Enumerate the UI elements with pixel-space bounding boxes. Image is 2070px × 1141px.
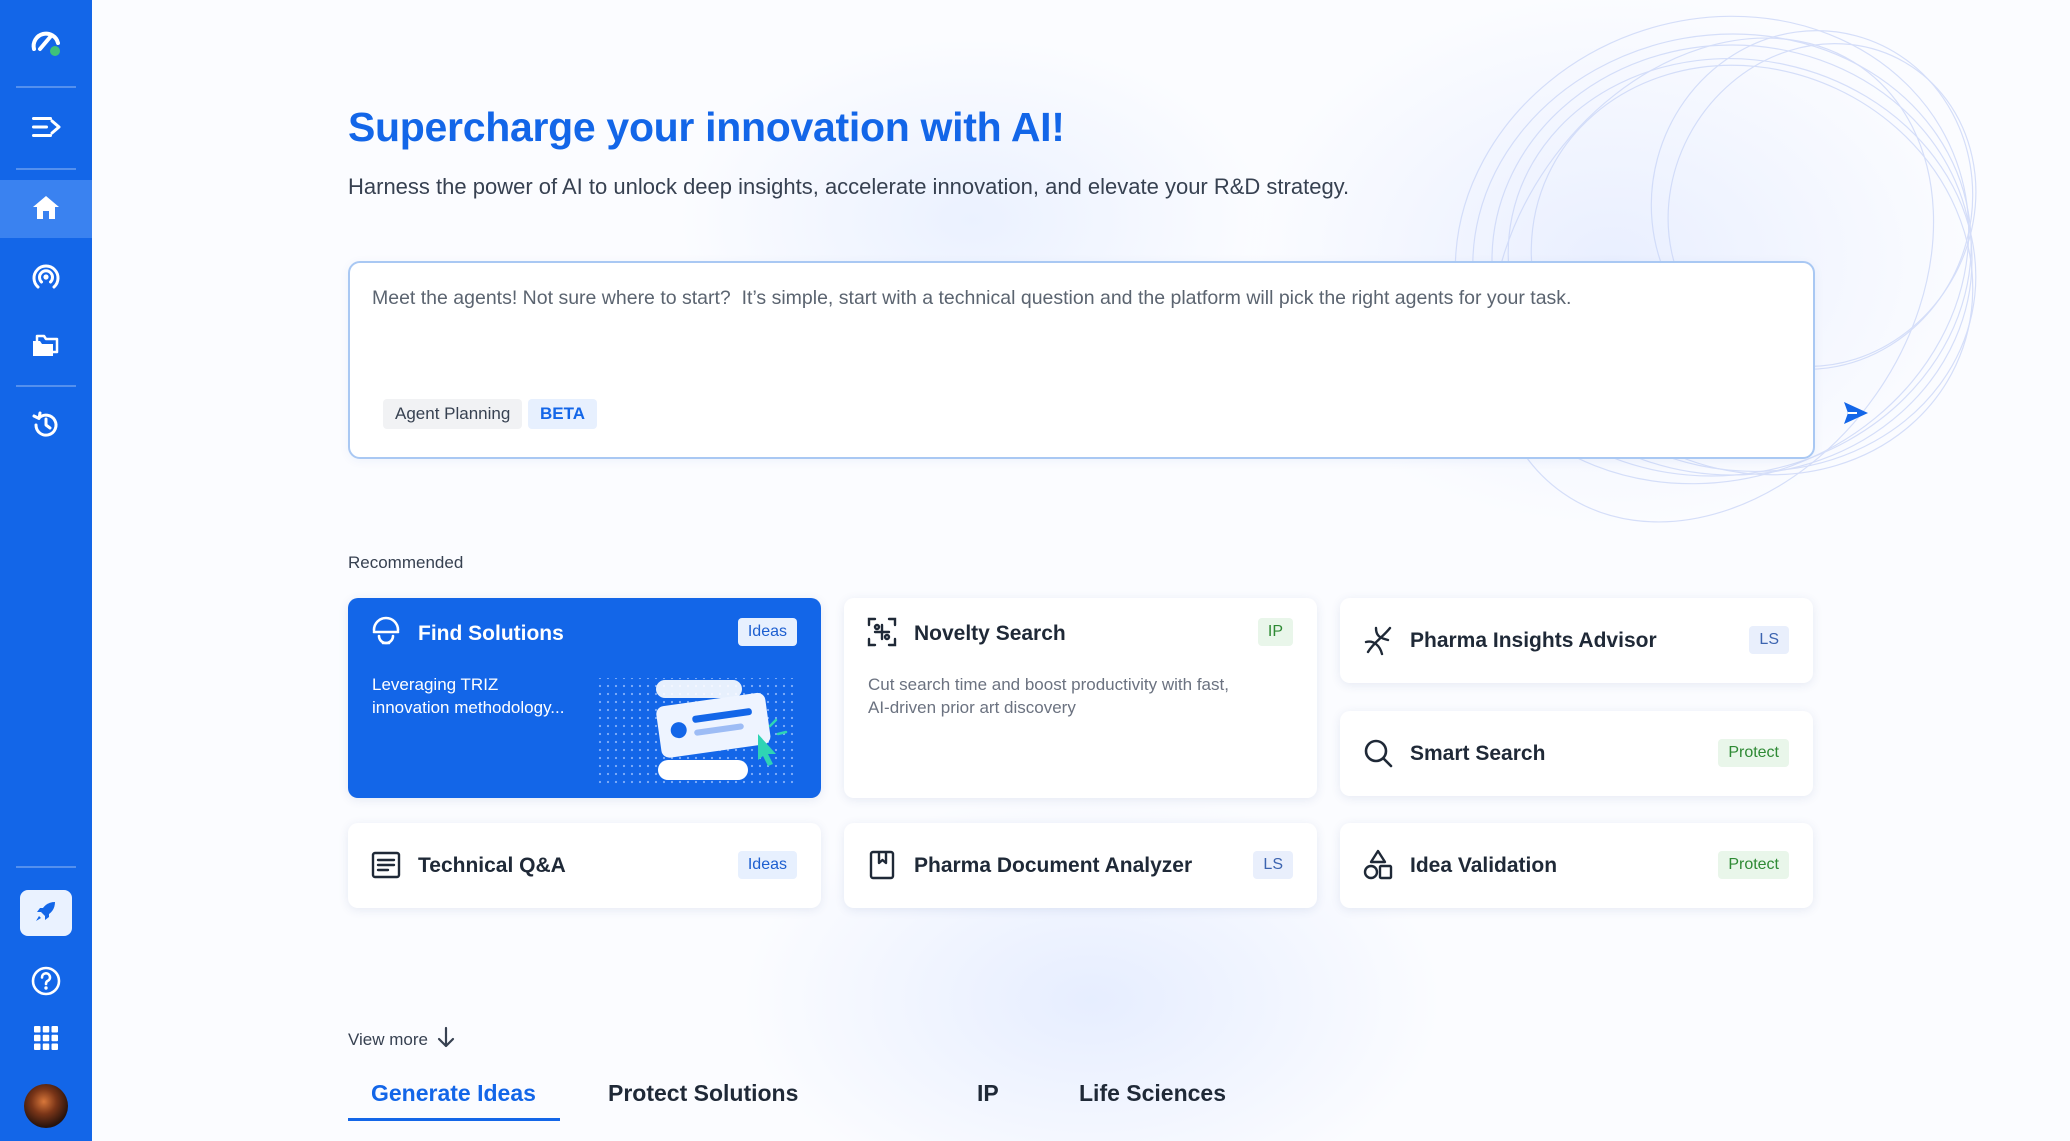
sidebar-divider: [16, 866, 76, 868]
card-pharma-document-analyzer[interactable]: Pharma Document Analyzer LS: [844, 823, 1317, 908]
tab-generate-ideas[interactable]: Generate Ideas: [371, 1080, 536, 1120]
app-logo-icon[interactable]: [0, 14, 92, 72]
prompt-box: Agent Planning BETA: [348, 261, 1815, 459]
card-description-line: AI-driven prior art discovery: [868, 696, 1076, 719]
send-button[interactable]: [1838, 397, 1874, 433]
sidebar-item-folders[interactable]: [0, 318, 92, 376]
launch-button[interactable]: [20, 890, 72, 936]
find-solutions-illustration: [598, 668, 808, 788]
card-title: Find Solutions: [418, 622, 564, 646]
radar-icon: [30, 261, 62, 298]
card-tag: Protect: [1718, 739, 1789, 767]
scan-icon: [866, 616, 898, 648]
page-title: Supercharge your innovation with AI!: [348, 104, 1065, 151]
card-technical-qa[interactable]: Technical Q&A Ideas: [348, 823, 821, 908]
sidebar-divider: [16, 86, 76, 88]
shapes-icon: [1362, 849, 1394, 881]
dna-icon: [1362, 624, 1394, 656]
view-more-button[interactable]: View more: [348, 1025, 456, 1054]
menu-arrow-icon: [30, 113, 62, 146]
grid-icon: [32, 1024, 60, 1057]
recommended-label: Recommended: [348, 553, 463, 573]
sidebar: [0, 0, 92, 1141]
document-lines-icon: [370, 849, 402, 881]
card-novelty-search[interactable]: Novelty Search IP Cut search time and bo…: [844, 598, 1317, 798]
card-tag: LS: [1253, 851, 1293, 879]
lightbulb-icon: [370, 616, 402, 648]
page-subtitle: Harness the power of AI to unlock deep i…: [348, 174, 1349, 200]
tab-ip[interactable]: IP: [977, 1080, 999, 1120]
folder-icon: [31, 332, 61, 363]
prompt-input[interactable]: [372, 287, 1772, 347]
help-icon: [30, 965, 62, 1002]
card-idea-validation[interactable]: Idea Validation Protect: [1340, 823, 1813, 908]
card-description-line: innovation methodology...: [372, 696, 564, 719]
sidebar-divider: [16, 168, 76, 170]
card-find-solutions[interactable]: Find Solutions Ideas Leveraging TRIZ inn…: [348, 598, 821, 798]
send-icon: [1842, 400, 1870, 431]
tab-protect-solutions[interactable]: Protect Solutions: [608, 1080, 798, 1120]
main-content: Supercharge your innovation with AI! Har…: [92, 0, 2070, 1141]
card-title: Idea Validation: [1410, 854, 1557, 878]
card-tag: Ideas: [738, 851, 797, 879]
card-smart-search[interactable]: Smart Search Protect: [1340, 711, 1813, 796]
card-tag: Protect: [1718, 851, 1789, 879]
card-title: Novelty Search: [914, 622, 1066, 646]
card-description-line: Cut search time and boost productivity w…: [868, 673, 1229, 696]
help-button[interactable]: [0, 954, 92, 1012]
card-pharma-insights-advisor[interactable]: Pharma Insights Advisor LS: [1340, 598, 1813, 683]
view-more-label: View more: [348, 1030, 428, 1050]
agent-planning-chip[interactable]: Agent Planning: [383, 399, 522, 429]
card-tag: IP: [1258, 618, 1293, 646]
expand-menu-button[interactable]: [0, 100, 92, 158]
sidebar-item-radar[interactable]: [0, 250, 92, 308]
active-tab-indicator: [348, 1118, 560, 1121]
apps-button[interactable]: [0, 1011, 92, 1069]
history-icon: [30, 409, 62, 446]
rocket-icon: [33, 898, 59, 929]
arrow-down-icon: [436, 1025, 456, 1054]
card-title: Smart Search: [1410, 742, 1545, 766]
card-title: Technical Q&A: [418, 854, 566, 878]
card-tag: Ideas: [738, 618, 797, 646]
card-title: Pharma Insights Advisor: [1410, 629, 1657, 653]
card-description-line: Leveraging TRIZ: [372, 673, 498, 696]
avatar[interactable]: [24, 1084, 68, 1128]
bookmark-doc-icon: [866, 849, 898, 881]
beta-badge: BETA: [528, 399, 597, 429]
card-title: Pharma Document Analyzer: [914, 854, 1192, 878]
card-tag: LS: [1749, 626, 1789, 654]
sidebar-item-home[interactable]: [0, 180, 92, 238]
home-icon: [31, 193, 61, 226]
sidebar-divider: [16, 385, 76, 387]
search-icon: [1362, 737, 1394, 769]
tab-life-sciences[interactable]: Life Sciences: [1079, 1080, 1226, 1120]
sidebar-item-history[interactable]: [0, 398, 92, 456]
